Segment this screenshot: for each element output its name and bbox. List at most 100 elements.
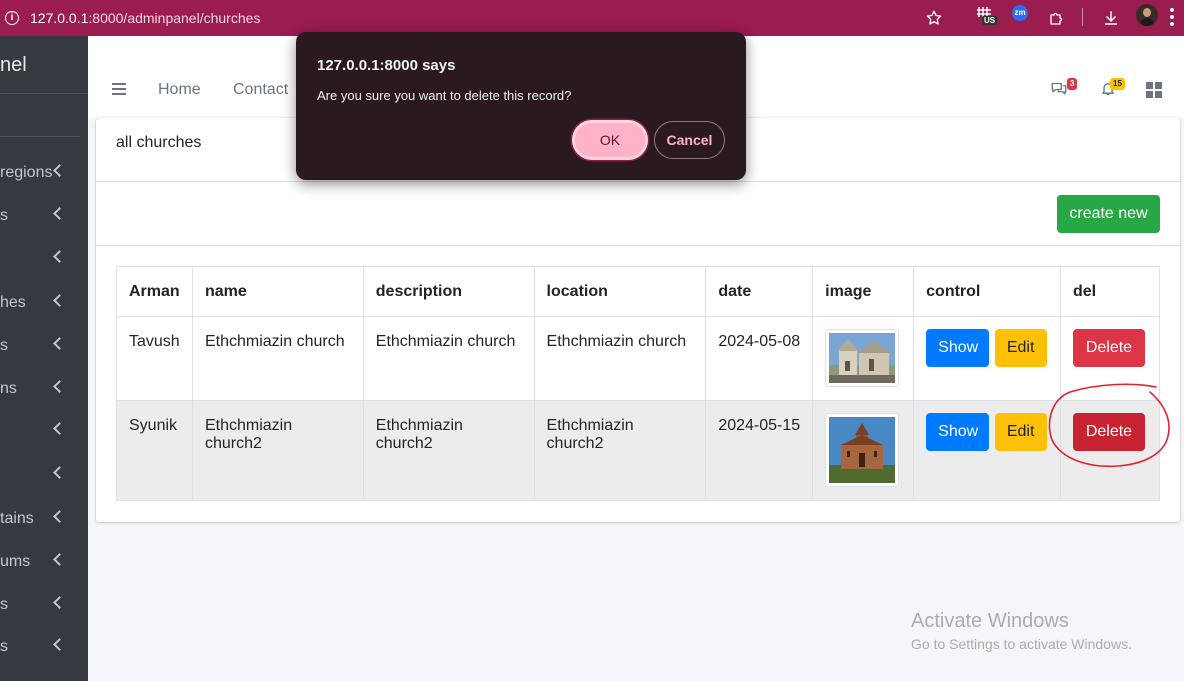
apps-grid-icon[interactable] [1146,82,1162,103]
church-thumbnail [825,413,900,487]
ok-button[interactable]: OK [572,120,648,160]
sidebar: nel regions s hes s ns tains ums s s [0,36,88,681]
location-cell: Ethchmiazin church2 [533,400,707,501]
column-header: Arman [116,266,193,317]
url-host: 127.0.0.1 [30,10,89,26]
chevron-left-icon [53,510,66,523]
sidebar-item-regions[interactable]: regions [0,162,88,186]
show-button[interactable]: Show [926,413,990,451]
table-row: Tavush Ethchmiazin church Ethchmiazin ch… [116,316,1161,401]
download-icon[interactable] [1100,4,1122,32]
sidebar-item[interactable] [0,420,88,444]
chevron-left-icon [53,164,66,177]
region-cell: Syunik [116,400,193,501]
dialog-title: 127.0.0.1:8000 says [317,57,456,74]
control-cell: Show Edit [913,316,1061,401]
bookmark-star-icon[interactable] [924,4,944,32]
sidebar-item-label: s [0,638,8,655]
region-cell: Tavush [116,316,193,401]
sidebar-item[interactable]: s [0,636,88,660]
card-toolbar: create new [96,182,1180,246]
menu-toggle-icon[interactable] [112,83,126,95]
sidebar-item[interactable]: s [0,205,88,229]
column-header: image [812,266,915,317]
column-header: location [533,266,707,317]
sidebar-item-label: s [0,337,8,354]
location-cell: Ethchmiazin church [533,316,707,401]
edit-button[interactable]: Edit [994,329,1047,367]
chevron-left-icon [53,553,66,566]
address-bar[interactable]: 127.0.0.1:8000/adminpanel/churches [30,10,260,26]
page-title: all churches [116,134,202,151]
messages-count-badge: 3 [1067,78,1078,90]
sidebar-item-churches[interactable]: hes [0,292,88,316]
sidebar-item-mountains[interactable]: tains [0,508,88,532]
extensions-puzzle-icon[interactable] [1046,4,1068,32]
sidebar-item[interactable]: ns [0,378,88,402]
column-header: date [705,266,814,317]
chevron-left-icon [53,380,66,393]
vpn-extension-icon[interactable]: US [976,5,998,27]
description-cell: Ethchmiazin church2 [362,400,535,501]
sidebar-item-label: ums [0,553,31,570]
activate-windows-subtitle: Go to Settings to activate Windows. [911,636,1132,652]
date-cell: 2024-05-08 [705,316,814,401]
confirm-dialog: 127.0.0.1:8000 says Are you sure you wan… [296,32,746,180]
delete-button[interactable]: Delete [1072,329,1145,367]
churches-table: Arman name description location date ima… [116,266,1161,501]
chevron-left-icon [53,250,66,263]
activate-windows-title: Activate Windows [911,610,1069,632]
sidebar-item[interactable]: s [0,594,88,618]
sidebar-item[interactable] [0,464,88,488]
sidebar-divider [0,136,80,137]
show-button[interactable]: Show [926,329,990,367]
create-new-button[interactable]: create new [1057,195,1160,233]
sidebar-item-label: s [0,207,8,224]
toolbar-divider [1082,8,1083,26]
name-cell: Ethchmiazin church [191,316,364,401]
zoom-extension-icon[interactable]: zm [1012,5,1028,21]
table-header-row: Arman name description location date ima… [116,266,1161,317]
site-info-icon[interactable]: i [5,11,19,25]
cancel-button[interactable]: Cancel [654,121,725,159]
chevron-left-icon [53,638,66,651]
date-cell: 2024-05-15 [705,400,814,501]
sidebar-item-label: hes [0,294,26,311]
church-thumbnail [825,329,900,387]
description-cell: Ethchmiazin church [362,316,535,401]
brand-text[interactable]: nel [0,54,27,77]
sidebar-item-label: s [0,596,8,613]
control-cell: Show Edit [913,400,1061,501]
url-path: :8000/adminpanel/churches [88,10,261,26]
column-header: control [913,266,1061,317]
profile-avatar[interactable] [1136,4,1158,26]
edit-button[interactable]: Edit [994,413,1047,451]
nav-contact-link[interactable]: Contact [233,81,288,99]
nav-home-link[interactable]: Home [158,81,201,99]
sidebar-item[interactable] [0,248,88,272]
table-row: Syunik Ethchmiazin church2 Ethchmiazin c… [116,400,1161,501]
browser-toolbar: i 127.0.0.1:8000/adminpanel/churches US … [0,0,1184,36]
chevron-left-icon [53,422,66,435]
sidebar-item-label: tains [0,510,34,527]
chevron-left-icon [53,466,66,479]
column-header: description [362,266,535,317]
chevron-left-icon [53,337,66,350]
browser-menu-icon[interactable] [1170,8,1174,26]
sidebar-item-label: ns [0,380,17,397]
image-cell [812,400,915,501]
messages-icon[interactable] [1050,80,1068,101]
name-cell: Ethchmiazin church2 [191,400,364,501]
notifications-count-badge: 15 [1110,78,1125,90]
image-cell [812,316,915,401]
sidebar-item[interactable]: s [0,335,88,359]
chevron-left-icon [53,596,66,609]
chevron-left-icon [53,207,66,220]
sidebar-divider [0,93,88,94]
sidebar-item-museums[interactable]: ums [0,551,88,575]
column-header: name [191,266,364,317]
chevron-left-icon [53,294,66,307]
sidebar-item-label: regions [0,164,53,181]
vpn-region-badge: US [982,16,998,25]
column-header: del [1059,266,1161,317]
